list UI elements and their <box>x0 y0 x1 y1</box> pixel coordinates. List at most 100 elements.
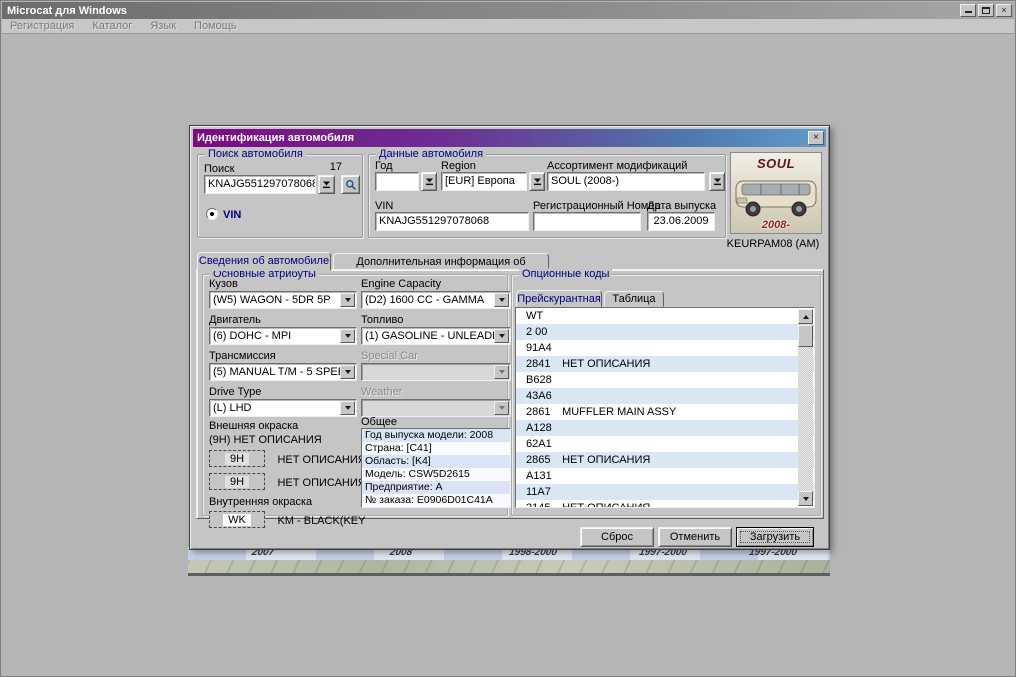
menu-item[interactable]: Помощь <box>194 20 237 32</box>
attribute-field: Двигатель (6) DOHC - MPI <box>209 314 357 345</box>
option-codes-list[interactable]: WT 2 00 91A4 2841 НЕТ ОПИСАНИЯ B628 43A6… <box>515 307 815 508</box>
scroll-down-button[interactable] <box>798 491 813 506</box>
registration-number-input[interactable] <box>533 212 641 231</box>
window-titlebar[interactable]: Microcat для Windows × <box>2 2 1014 19</box>
chevron-down-icon[interactable] <box>494 401 509 415</box>
cancel-button[interactable]: Отменить <box>658 527 732 547</box>
option-code-row[interactable]: 91A4 <box>516 340 814 356</box>
chevron-down-icon[interactable] <box>340 365 355 379</box>
paint-swatch-button[interactable]: 9H <box>209 450 265 467</box>
option-code-row[interactable]: 2865 НЕТ ОПИСАНИЯ <box>516 452 814 468</box>
option-code: 2145 <box>526 500 559 508</box>
attribute-label: Топливо <box>361 314 511 326</box>
paint-swatch-button[interactable]: 9H <box>209 473 265 490</box>
production-date-input[interactable]: 23.06.2009 <box>647 212 715 231</box>
vertical-scrollbar[interactable] <box>798 309 813 506</box>
scrollbar-thumb[interactable] <box>798 325 813 347</box>
paint-swatch-button[interactable]: WK <box>209 511 265 528</box>
menu-item[interactable]: Язык <box>150 20 176 32</box>
close-button[interactable]: × <box>996 4 1012 17</box>
vin-input[interactable]: KNAJG551297078068 <box>375 212 529 231</box>
load-button[interactable]: Загрузить <box>736 527 814 547</box>
chevron-down-icon[interactable] <box>494 293 509 307</box>
option-code: A131 <box>526 468 559 484</box>
chevron-down-icon[interactable] <box>340 293 355 307</box>
chevron-down-icon[interactable] <box>340 329 355 343</box>
menu-bar: Регистрация Каталог Язык Помощь <box>2 19 1014 34</box>
search-input[interactable]: KNAJG551297078068 <box>204 175 316 194</box>
maximize-button[interactable] <box>978 4 994 17</box>
menu-item[interactable]: Регистрация <box>10 20 74 32</box>
tab-table[interactable]: Таблица <box>604 291 664 307</box>
vin-radio-label: VIN <box>223 209 241 221</box>
minimize-icon <box>965 5 972 13</box>
scroll-up-button[interactable] <box>798 309 813 324</box>
attribute-field: Топливо (1) GASOLINE - UNLEADED <box>361 314 511 345</box>
option-code-row[interactable]: 2145 НЕТ ОПИСАНИЯ <box>516 500 814 508</box>
option-code: 2861 <box>526 404 559 420</box>
model-range-dropdown-button[interactable] <box>709 172 725 191</box>
search-button[interactable] <box>341 175 360 194</box>
close-icon: × <box>1001 5 1006 15</box>
attribute-combobox[interactable]: (W5) WAGON - 5DR 5P <box>209 291 357 309</box>
year-input[interactable] <box>375 172 419 191</box>
option-code-row[interactable]: B628 <box>516 372 814 388</box>
region-input[interactable]: [EUR] Европа <box>441 172 527 191</box>
attribute-combobox[interactable] <box>361 399 511 417</box>
region-dropdown-button[interactable] <box>529 172 545 191</box>
attribute-combobox[interactable] <box>361 363 511 381</box>
option-code-row[interactable]: A128 <box>516 420 814 436</box>
vehicle-image: SOUL 2008- <box>730 152 822 234</box>
option-code-row[interactable]: 2 00 <box>516 324 814 340</box>
attribute-field: Drive Type (L) LHD <box>209 386 357 417</box>
option-code-row[interactable]: WT <box>516 308 814 324</box>
option-code-row[interactable]: A131 <box>516 468 814 484</box>
option-code: WT <box>526 308 559 324</box>
option-code-row[interactable]: 62A1 <box>516 436 814 452</box>
option-code-row[interactable]: 2841 НЕТ ОПИСАНИЯ <box>516 356 814 372</box>
general-label: Общее <box>361 416 397 428</box>
chevron-down-icon[interactable] <box>494 365 509 379</box>
maximize-icon <box>982 7 990 14</box>
chevron-down-icon[interactable] <box>494 329 509 343</box>
dialog-close-button[interactable]: × <box>808 131 824 145</box>
combobox-value: (6) DOHC - MPI <box>210 328 340 344</box>
combobox-value: (1) GASOLINE - UNLEADED <box>362 328 494 344</box>
tab-pricelist[interactable]: Прейскурантная <box>516 290 602 307</box>
option-code: B628 <box>526 372 559 388</box>
paint-code: 9H <box>225 476 249 488</box>
window-title: Microcat для Windows <box>2 5 960 17</box>
dialog-titlebar[interactable]: Идентификация автомобиля × <box>193 129 826 147</box>
attribute-combobox[interactable]: (6) DOHC - MPI <box>209 327 357 345</box>
option-code: 2865 <box>526 452 559 468</box>
arrow-down-icon <box>803 497 809 501</box>
attribute-label: Special Car <box>361 350 511 362</box>
vehicle-image-year-text: 2008- <box>731 219 821 231</box>
registration-number-label: Регистрационный Номер <box>533 200 661 212</box>
menu-item[interactable]: Каталог <box>92 20 132 32</box>
option-description: MUFFLER MAIN ASSY <box>562 404 676 420</box>
vin-radio[interactable] <box>206 208 218 220</box>
option-code-row[interactable]: 11A7 <box>516 484 814 500</box>
chevron-down-icon[interactable] <box>340 401 355 415</box>
option-code: A128 <box>526 420 559 436</box>
option-description: НЕТ ОПИСАНИЯ <box>562 452 650 468</box>
combobox-value: (5) MANUAL T/M - 5 SPEED <box>210 364 340 380</box>
attribute-combobox[interactable]: (L) LHD <box>209 399 357 417</box>
reset-button[interactable]: Сброс <box>580 527 654 547</box>
tab-vehicle-details[interactable]: Сведения об автомобиле <box>197 252 331 271</box>
attribute-combobox[interactable]: (D2) 1600 CC - GAMMA <box>361 291 511 309</box>
year-dropdown-button[interactable] <box>421 172 437 191</box>
option-code: 43A6 <box>526 388 559 404</box>
option-code-row[interactable]: 43A6 <box>516 388 814 404</box>
attribute-combobox[interactable]: (1) GASOLINE - UNLEADED <box>361 327 511 345</box>
option-code-row[interactable]: 2861 MUFFLER MAIN ASSY <box>516 404 814 420</box>
option-code: 62A1 <box>526 436 559 452</box>
general-info-row: Год выпуска модели: 2008 <box>362 429 510 442</box>
search-group: Поиск автомобиля Поиск 17 KNAJG551297078… <box>197 154 363 238</box>
attribute-combobox[interactable]: (5) MANUAL T/M - 5 SPEED <box>209 363 357 381</box>
model-range-input[interactable]: SOUL (2008-) <box>547 172 705 191</box>
minimize-button[interactable] <box>960 4 976 17</box>
search-history-dropdown-button[interactable] <box>318 175 335 194</box>
attribute-label: Кузов <box>209 278 357 290</box>
